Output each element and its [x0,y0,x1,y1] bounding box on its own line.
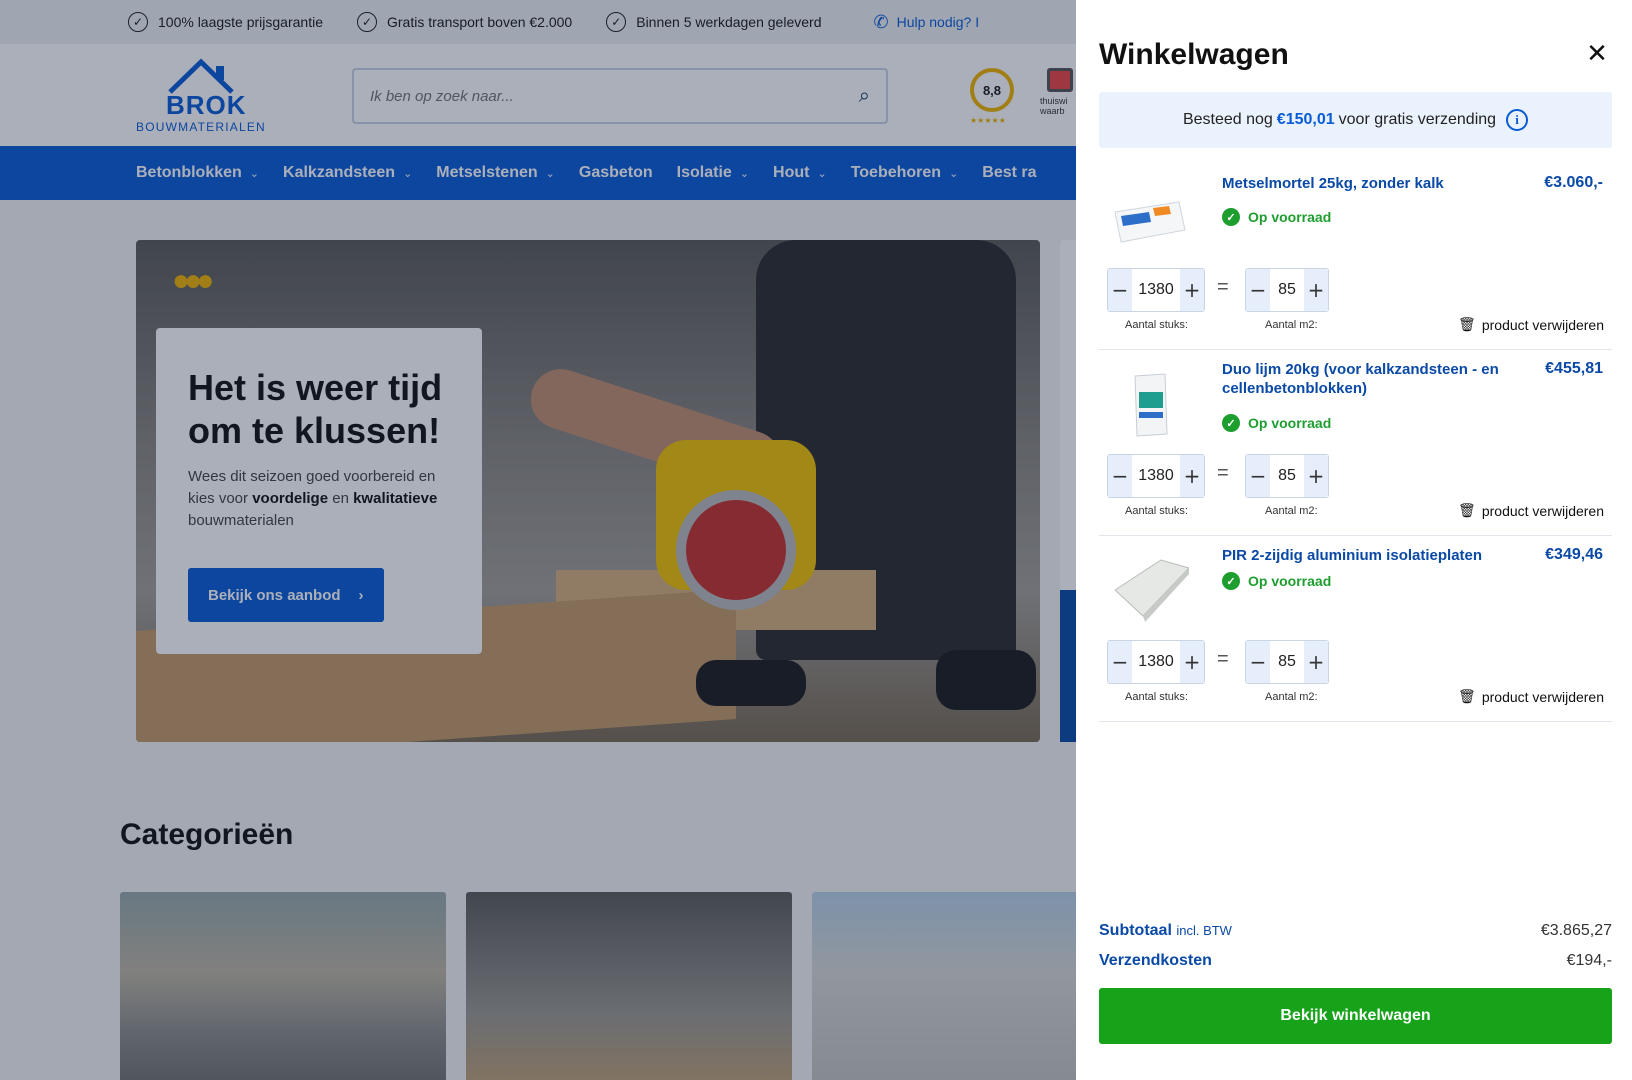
pieces-stepper: −1380 + [1107,640,1205,684]
increase-button[interactable]: + [1180,641,1204,683]
drawer-backdrop[interactable] [0,0,1076,1080]
m2-stepper: −85 + [1245,454,1329,498]
free-shipping-note: Besteed nog €150,01 voor gratis verzendi… [1099,92,1612,148]
remove-product-button[interactable]: 🗑 product verwijderen [1458,316,1604,333]
m2-stepper: −85 + [1245,640,1329,684]
pieces-stepper: −1380 + [1107,454,1205,498]
product-image [1114,201,1186,243]
equals-sign: = [1217,276,1229,298]
product-image [1134,373,1168,437]
check-circle-icon: ✓ [1222,208,1240,226]
stock-status: ✓ Op voorraad [1222,208,1331,226]
remove-product-button[interactable]: 🗑 product verwijderen [1458,502,1604,519]
decrease-button[interactable]: − [1108,641,1132,683]
stock-status: ✓ Op voorraad [1222,572,1331,590]
increase-button[interactable]: + [1304,269,1328,311]
cart-drawer: Winkelwagen ✕ Besteed nog €150,01 voor g… [1076,0,1632,1080]
product-image [1114,559,1189,622]
trash-icon: 🗑 [1458,688,1476,704]
cart-item: Duo lijm 20kg (voor kalkzandsteen - en c… [1099,350,1612,536]
m2-label: Aantal m2: [1265,319,1318,331]
view-cart-button[interactable]: Bekijk winkelwagen [1099,988,1612,1044]
info-icon[interactable]: i [1506,109,1529,131]
product-price: €3.060,- [1544,174,1603,191]
decrease-button[interactable]: − [1246,641,1270,683]
m2-label: Aantal m2: [1265,691,1318,703]
decrease-button[interactable]: − [1108,455,1132,497]
product-price: €455,81 [1545,360,1603,377]
product-name[interactable]: PIR 2-zijdig aluminium isolatieplaten [1222,546,1522,565]
stock-status: ✓ Op voorraad [1222,414,1331,432]
close-icon[interactable]: ✕ [1582,38,1612,68]
increase-button[interactable]: + [1304,455,1328,497]
remove-product-button[interactable]: 🗑 product verwijderen [1458,688,1604,705]
pieces-label: Aantal stuks: [1125,505,1188,517]
cart-item: Metselmortel 25kg, zonder kalk €3.060,- … [1099,164,1612,350]
pieces-label: Aantal stuks: [1125,691,1188,703]
decrease-button[interactable]: − [1108,269,1132,311]
check-circle-icon: ✓ [1222,414,1240,432]
shipping-row: Verzendkosten €194,- [1099,952,1612,969]
decrease-button[interactable]: − [1246,455,1270,497]
cart-item: PIR 2-zijdig aluminium isolatieplaten €3… [1099,536,1612,722]
product-name[interactable]: Duo lijm 20kg (voor kalkzandsteen - en c… [1222,360,1522,398]
decrease-button[interactable]: − [1246,269,1270,311]
shipping-value: €194,- [1566,952,1612,969]
product-name[interactable]: Metselmortel 25kg, zonder kalk [1222,174,1522,193]
m2-label: Aantal m2: [1265,505,1318,517]
increase-button[interactable]: + [1180,269,1204,311]
m2-stepper: −85 + [1245,268,1329,312]
equals-sign: = [1217,648,1229,670]
cart-title: Winkelwagen [1099,38,1289,71]
trash-icon: 🗑 [1458,316,1476,332]
subtotal-value: €3.865,27 [1540,922,1612,939]
subtotal-row: Subtotaal incl. BTW €3.865,27 [1099,922,1612,939]
pieces-stepper: −1380 + [1107,268,1205,312]
trash-icon: 🗑 [1458,502,1476,518]
increase-button[interactable]: + [1180,455,1204,497]
increase-button[interactable]: + [1304,641,1328,683]
check-circle-icon: ✓ [1222,572,1240,590]
pieces-label: Aantal stuks: [1125,319,1188,331]
product-price: €349,46 [1545,546,1603,563]
equals-sign: = [1217,462,1229,484]
